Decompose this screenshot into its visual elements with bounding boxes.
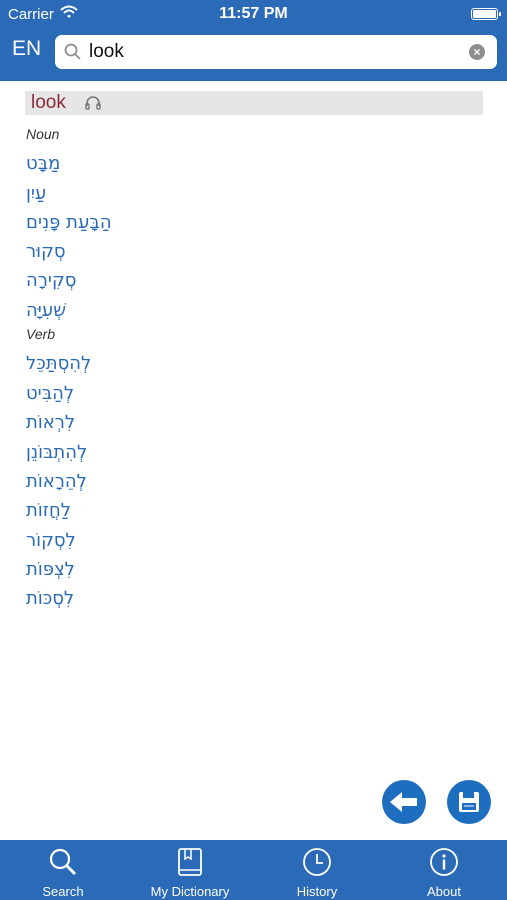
save-icon <box>448 781 490 823</box>
translation-item[interactable]: לְהִסְתַּכֵּל <box>26 353 91 374</box>
search-icon <box>49 848 77 876</box>
status-time: 11:57 PM <box>219 5 288 22</box>
clock-icon <box>303 848 331 876</box>
tab-bar: Search My Dictionary History About <box>0 840 507 900</box>
translation-item[interactable]: שְׁעִיָּה <box>26 300 66 321</box>
translation-item[interactable]: לִסְכּוֹת <box>26 588 74 609</box>
book-icon <box>178 848 202 876</box>
translation-item[interactable]: לְהִתְבּוֹנֵן <box>26 442 87 463</box>
word-header: look <box>25 91 483 115</box>
translation-item[interactable]: הַבָּעַת פָּנִים <box>26 212 112 233</box>
translation-item[interactable]: לַחֲזוֹת <box>26 500 71 521</box>
tab-label: History <box>296 884 338 899</box>
clear-icon[interactable]: × <box>469 44 485 60</box>
tab-history[interactable]: History <box>254 840 380 900</box>
tab-label: My Dictionary <box>150 884 230 899</box>
search-box[interactable]: × <box>55 35 497 69</box>
tab-label: About <box>427 884 461 899</box>
translation-item[interactable]: לִרְאוֹת <box>26 412 75 433</box>
pos-verb: Verb <box>26 326 56 342</box>
translation-item[interactable]: לְהַבִּיט <box>26 383 74 404</box>
language-toggle[interactable]: EN <box>12 37 41 61</box>
tab-about[interactable]: About <box>381 840 507 900</box>
translation-item[interactable]: לִסְקוֹר <box>26 530 76 551</box>
status-bar: Carrier 11:57 PM <box>0 0 507 28</box>
arrow-left-icon <box>383 781 425 823</box>
app-header: Carrier 11:57 PM EN × <box>0 0 507 81</box>
save-button[interactable] <box>447 780 491 824</box>
search-input[interactable] <box>89 35 459 69</box>
battery-icon <box>471 8 501 20</box>
search-icon <box>64 43 81 60</box>
tab-search[interactable]: Search <box>0 840 126 900</box>
tab-label: Search <box>42 884 84 899</box>
translation-item[interactable]: עַיִן <box>26 183 46 204</box>
translation-item[interactable]: לְהֵרָאוֹת <box>26 471 87 492</box>
translation-item[interactable]: לִצְפּוֹת <box>26 559 75 580</box>
translation-item[interactable]: סְקוּר <box>26 241 66 262</box>
headphones-icon[interactable] <box>85 95 101 110</box>
info-icon <box>430 848 458 876</box>
translation-item[interactable]: מַבָּט <box>26 153 60 174</box>
pos-noun: Noun <box>26 126 60 142</box>
back-button[interactable] <box>382 780 426 824</box>
headword: look <box>31 92 66 113</box>
translation-item[interactable]: סְקִירָה <box>26 270 76 291</box>
tab-my-dictionary[interactable]: My Dictionary <box>127 840 253 900</box>
